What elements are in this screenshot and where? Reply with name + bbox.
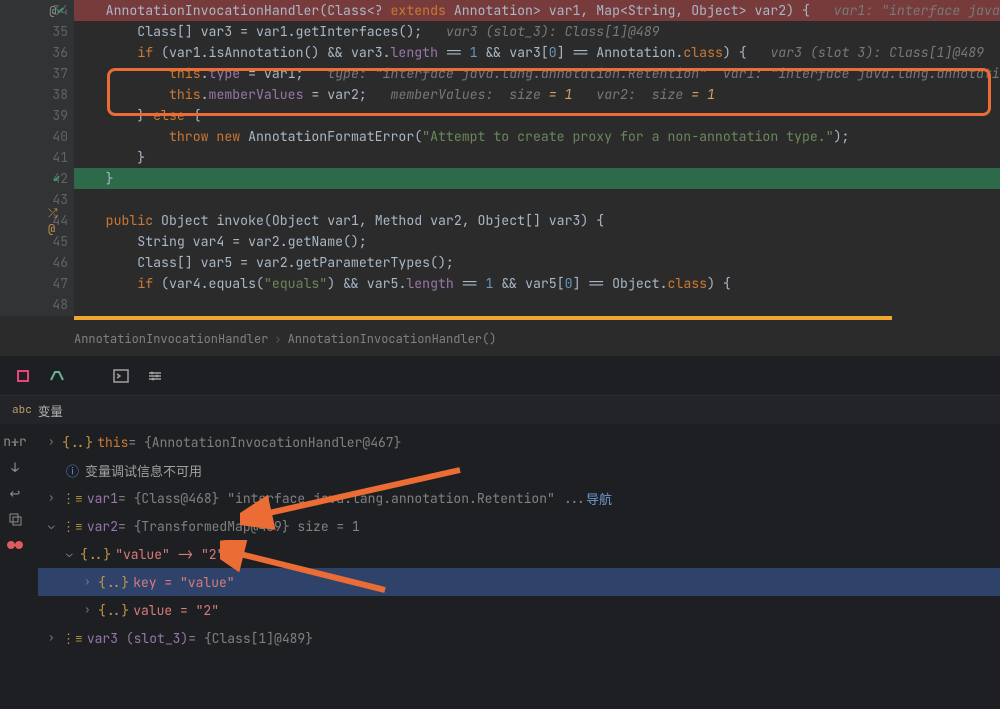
- var-var3[interactable]: ⋮≡ var3 (slot_3) = {Class[1]@489}: [38, 624, 1000, 652]
- code-editor[interactable]: 34 35 36 37 38 39 40 41 42 43 44 45 46 4…: [0, 0, 1000, 316]
- gutter-line[interactable]: 47: [0, 273, 74, 294]
- code-line: this.type = var1; type: "interface java.…: [74, 63, 1000, 84]
- gutter-line[interactable]: 48: [0, 294, 74, 315]
- var-var1[interactable]: ⋮≡ var1 = {Class@468} "interface java.la…: [38, 484, 1000, 512]
- bookmark-check-icon: ✔: [48, 168, 66, 189]
- object-icon: {..}: [98, 574, 129, 591]
- code-line: Class[] var3 = var1.getInterfaces(); var…: [74, 21, 1000, 42]
- variables-header: abc 变量: [0, 396, 1000, 424]
- breadcrumb[interactable]: AnnotationInvocationHandler › Annotation…: [74, 328, 496, 350]
- gutter-at-icon: @ ✔: [48, 0, 66, 21]
- expand-icon[interactable]: [48, 435, 62, 449]
- settings-icon[interactable]: [146, 367, 164, 385]
- object-icon: ⋮≡: [62, 490, 83, 507]
- debug-toolbar: [0, 356, 1000, 396]
- collapse-icon[interactable]: [66, 547, 80, 561]
- var-name: this: [97, 434, 128, 451]
- object-icon: {..}: [98, 602, 129, 619]
- structure-icon[interactable]: n.r: [0, 428, 30, 454]
- code-line: [74, 294, 1000, 315]
- map-entry-key[interactable]: {..} key = "value": [38, 568, 1000, 596]
- code-line: public Object invoke(Object var1, Method…: [74, 210, 1000, 231]
- expand-icon[interactable]: [84, 575, 98, 589]
- var-this[interactable]: {..} this = {AnnotationInvocationHandler…: [38, 428, 1000, 456]
- variables-label: 变量: [38, 401, 63, 420]
- code-line: [74, 189, 1000, 210]
- breadcrumb-item[interactable]: AnnotationInvocationHandler(): [288, 331, 497, 347]
- execution-point-bar: [74, 316, 892, 320]
- map-entry-value[interactable]: {..} value = "2": [38, 596, 1000, 624]
- warning-text: 变量调试信息不可用: [85, 461, 202, 480]
- code-line: } else {: [74, 105, 1000, 126]
- gutter-line[interactable]: 46: [0, 252, 74, 273]
- breadcrumb-separator: ›: [268, 331, 287, 347]
- code-line: throw new AnnotationFormatError("Attempt…: [74, 126, 1000, 147]
- expand-icon[interactable]: [48, 631, 62, 645]
- var-value: = {Class@468} "interface java.lang.annot…: [118, 490, 586, 507]
- ide-left-strip: n.r ↓ ↩: [0, 428, 30, 628]
- copy-icon[interactable]: [0, 506, 30, 532]
- code-line: if (var1.isAnnotation() && var3.length =…: [74, 42, 1000, 63]
- info-icon: ⓘ: [66, 461, 79, 480]
- expand-icon[interactable]: [84, 603, 98, 617]
- code-line: if (var4.equals("equals") && var5.length…: [74, 273, 1000, 294]
- debug-info-warning: ⓘ 变量调试信息不可用: [38, 456, 1000, 484]
- code-line: }: [74, 147, 1000, 168]
- gutter: 34 35 36 37 38 39 40 41 42 43 44 45 46 4…: [0, 0, 74, 316]
- step-over-icon[interactable]: [48, 367, 66, 385]
- var-value: = {Class[1]@489}: [188, 630, 313, 647]
- navigate-link[interactable]: 导航: [586, 489, 612, 508]
- show-execution-point-icon[interactable]: [14, 367, 32, 385]
- code-line: String var4 = var2.getName();: [74, 231, 1000, 252]
- breadcrumb-item[interactable]: AnnotationInvocationHandler: [74, 331, 268, 347]
- code-line: }: [74, 168, 1000, 189]
- abc-icon: abc: [12, 403, 32, 417]
- object-icon: ⋮≡: [62, 518, 83, 535]
- var-value: = {AnnotationInvocationHandler@467}: [128, 434, 401, 451]
- glasses-icon[interactable]: [0, 532, 30, 558]
- map-entry[interactable]: {..} "value" -> "2": [38, 540, 1000, 568]
- debug-panel: abc 变量 + − {..} this = {AnnotationInvoca…: [0, 356, 1000, 709]
- collapse-icon[interactable]: [48, 519, 62, 533]
- code-line: AnnotationInvocationHandler(Class<? exte…: [74, 0, 1000, 21]
- bookmark-check-icon: ✔: [56, 4, 64, 17]
- override-icon[interactable]: ⤮ @: [48, 210, 66, 231]
- entry-value: value = "2": [133, 602, 219, 619]
- var-var2[interactable]: ⋮≡ var2 = {TransformedMap@469} size = 1: [38, 512, 1000, 540]
- list-icon: ⋮≡: [62, 630, 83, 647]
- code-line: this.memberValues = var2; memberValues: …: [74, 84, 1000, 105]
- var-name: var1: [87, 490, 118, 507]
- console-icon[interactable]: [112, 367, 130, 385]
- expand-icon[interactable]: [48, 491, 62, 505]
- entry-key: key = "value": [133, 574, 234, 591]
- var-name: var2: [87, 518, 118, 535]
- code-line: Class[] var5 = var2.getParameterTypes();: [74, 252, 1000, 273]
- var-value: = {TransformedMap@469} size = 1: [118, 518, 360, 535]
- back-icon[interactable]: ↩: [0, 480, 30, 506]
- entry-kv: "value" -> "2": [115, 546, 224, 563]
- code-body[interactable]: AnnotationInvocationHandler(Class<? exte…: [74, 0, 1000, 316]
- object-icon: {..}: [80, 546, 111, 563]
- object-icon: {..}: [62, 434, 93, 451]
- sort-icon[interactable]: ↓: [0, 454, 30, 480]
- variables-tree[interactable]: {..} this = {AnnotationInvocationHandler…: [38, 428, 1000, 709]
- var-name: var3 (slot_3): [87, 630, 188, 647]
